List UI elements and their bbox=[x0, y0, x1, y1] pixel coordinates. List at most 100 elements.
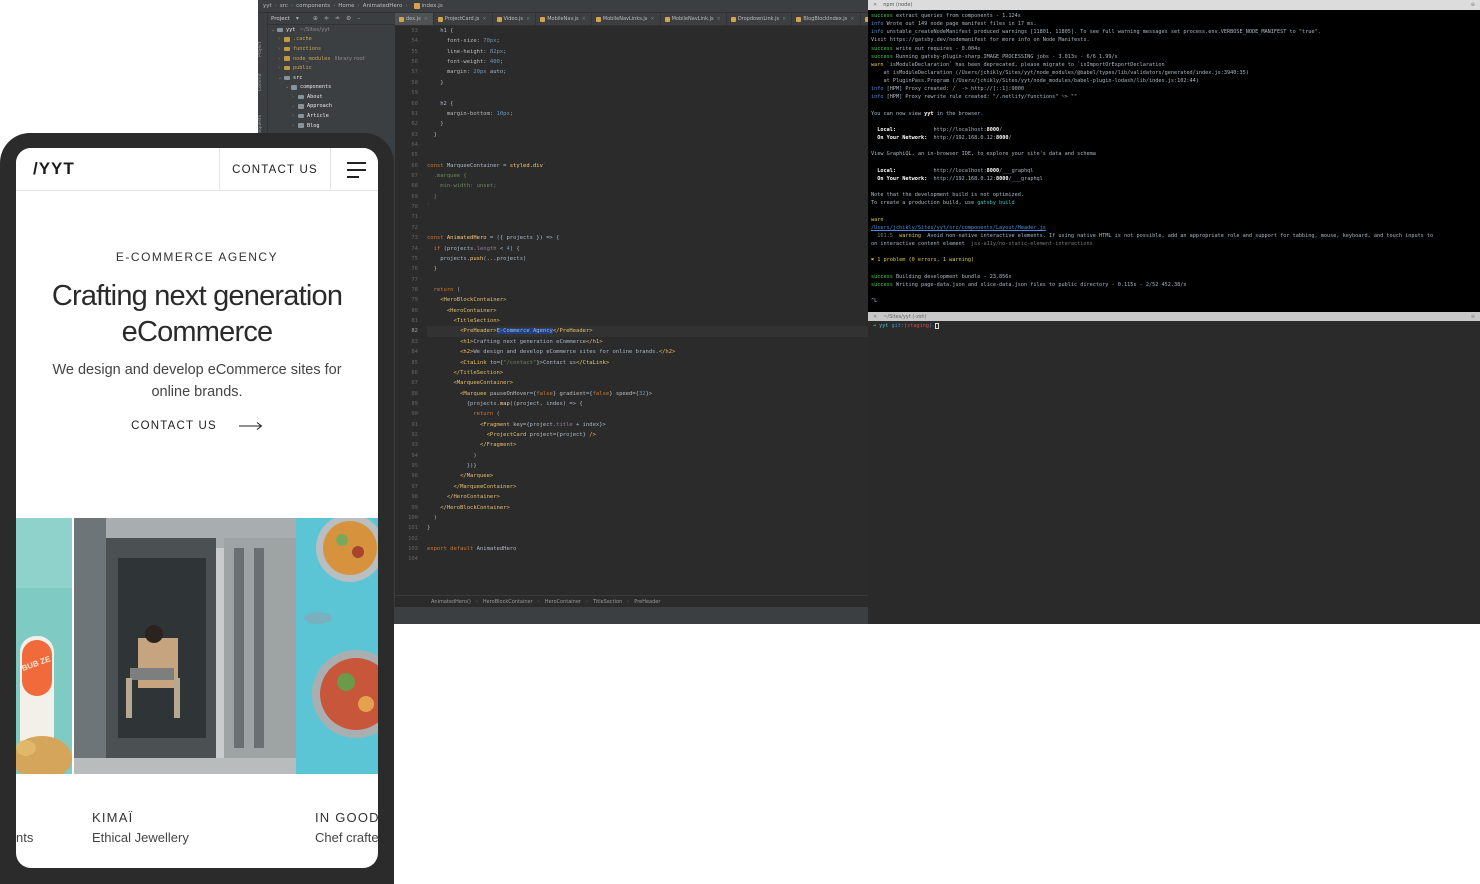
code-line[interactable]: <MarqueeContainer> bbox=[427, 378, 868, 388]
tree-item[interactable]: ⌄ src bbox=[268, 73, 395, 83]
code-line[interactable]: <h2>We design and develop eCommerce site… bbox=[427, 347, 868, 357]
breadcrumb-item[interactable]: src bbox=[280, 3, 288, 9]
code-line[interactable]: margin-bottom: 10px; bbox=[427, 109, 868, 119]
structure-crumb[interactable]: HeroBlockContainer bbox=[483, 599, 533, 605]
code-line[interactable]: } bbox=[427, 119, 868, 129]
gear-icon[interactable]: ⚙ bbox=[346, 15, 351, 22]
code-line[interactable]: font-weight: 400; bbox=[427, 57, 868, 67]
hamburger-menu-icon[interactable] bbox=[347, 161, 366, 178]
code-line[interactable]: } bbox=[427, 192, 868, 202]
code-line[interactable]: ) bbox=[427, 513, 868, 523]
breadcrumb-item[interactable]: Home bbox=[338, 3, 354, 9]
breadcrumb-item[interactable]: index.js bbox=[422, 3, 443, 9]
code-line[interactable]: <h1>Crafting next generation eCommerce</… bbox=[427, 337, 868, 347]
tree-item[interactable]: › functions bbox=[268, 44, 395, 54]
close-icon[interactable]: × bbox=[850, 16, 854, 22]
close-icon[interactable]: × bbox=[526, 16, 530, 22]
code-line[interactable]: } bbox=[427, 264, 868, 274]
hero-cta-link[interactable]: CONTACT US bbox=[16, 420, 378, 432]
expand-icon[interactable]: ≐ bbox=[335, 15, 340, 22]
code-line[interactable]: } bbox=[427, 130, 868, 140]
code-line[interactable] bbox=[427, 88, 868, 98]
code-line[interactable]: h1 { bbox=[427, 26, 868, 36]
terminal-output[interactable]: success extract queries from components … bbox=[868, 10, 1480, 312]
code-line[interactable]: if (projects.length < 4) { bbox=[427, 244, 868, 254]
editor-tab[interactable]: dex.js × bbox=[395, 13, 434, 25]
breadcrumb-item[interactable]: components bbox=[296, 3, 330, 9]
code-line[interactable]: projects.push(...projects) bbox=[427, 254, 868, 264]
code-line[interactable]: line-height: 82px; bbox=[427, 47, 868, 57]
code-line[interactable] bbox=[427, 212, 868, 222]
strip-project-tab[interactable]: Project bbox=[258, 17, 268, 57]
code-line[interactable] bbox=[427, 223, 868, 233]
code-line[interactable] bbox=[427, 140, 868, 150]
code-line[interactable]: <CtaLink to={"/contact"}>Contact us</Cta… bbox=[427, 358, 868, 368]
close-icon[interactable]: × bbox=[717, 16, 721, 22]
code-line[interactable]: ` bbox=[427, 202, 868, 212]
close-icon[interactable]: × bbox=[650, 16, 654, 22]
code-line[interactable]: </HeroBlockContainer> bbox=[427, 503, 868, 513]
code-line[interactable]: </Marquee> bbox=[427, 471, 868, 481]
code-line[interactable]: <TitleSection> bbox=[427, 316, 868, 326]
strip-commit-tab[interactable]: Commit bbox=[258, 61, 268, 91]
structure-crumb[interactable]: PreHeader bbox=[634, 599, 660, 605]
tree-item[interactable]: › Article bbox=[268, 111, 395, 121]
shell-prompt[interactable]: ➜ yyt git:(staging) bbox=[873, 323, 1475, 329]
close-icon[interactable]: × bbox=[482, 16, 486, 22]
header-contact-button[interactable]: CONTACT US bbox=[220, 148, 330, 191]
terminal-pane-2[interactable]: ➜ yyt git:(staging) bbox=[868, 321, 1480, 624]
code-line[interactable] bbox=[427, 275, 868, 285]
code-line[interactable]: <PreHeader>E-Commerce Agency</PreHeader> bbox=[427, 326, 868, 337]
close-icon[interactable]: ✕ bbox=[873, 314, 877, 320]
project-panel-title[interactable]: Project bbox=[271, 16, 290, 22]
code-line[interactable]: } bbox=[427, 523, 868, 533]
code-line[interactable] bbox=[427, 534, 868, 544]
structure-crumb[interactable]: AnimatedHero() bbox=[431, 599, 471, 605]
tree-item[interactable]: › Approach bbox=[268, 102, 395, 112]
project-marquee[interactable]: BUB ZE bbox=[16, 518, 378, 774]
code-line[interactable]: min-width: unset; bbox=[427, 181, 868, 191]
code-line[interactable]: </TitleSection> bbox=[427, 368, 868, 378]
code-line[interactable] bbox=[427, 150, 868, 160]
new-tab-icon[interactable]: ⊕ bbox=[1471, 314, 1475, 320]
chevron-down-icon[interactable]: ▾ bbox=[296, 15, 299, 22]
tree-item[interactable]: › public bbox=[268, 63, 395, 73]
new-tab-icon[interactable]: ⊕ bbox=[1471, 2, 1475, 8]
code-line[interactable]: {projects.map((project, index) => { bbox=[427, 399, 868, 409]
close-icon[interactable]: × bbox=[782, 16, 786, 22]
code-line[interactable]: } bbox=[427, 78, 868, 88]
tree-item[interactable]: › node_modules library root bbox=[268, 54, 395, 64]
editor-tab[interactable]: Ani× bbox=[861, 13, 868, 25]
project-image-in-good[interactable] bbox=[296, 518, 378, 774]
structure-crumb[interactable]: TitleSection bbox=[593, 599, 622, 605]
code-line[interactable]: return ( bbox=[427, 285, 868, 295]
code-line[interactable]: .marquee { bbox=[427, 171, 868, 181]
code-line[interactable]: <ProjectCard project={project} /> bbox=[427, 430, 868, 440]
editor-tab[interactable]: Video.js × bbox=[493, 13, 537, 25]
code-line[interactable]: margin: 20px auto; bbox=[427, 67, 868, 77]
editor-tab[interactable]: MobileNavLink.js × bbox=[661, 13, 727, 25]
code-line[interactable]: return ( bbox=[427, 409, 868, 419]
project-card-title[interactable]: IN GOOD bbox=[315, 810, 378, 825]
tree-item[interactable]: › About bbox=[268, 92, 395, 102]
minimize-icon[interactable]: – bbox=[357, 15, 360, 22]
code-line[interactable]: </MarqueeContainer> bbox=[427, 482, 868, 492]
project-image-bubble[interactable]: BUB ZE bbox=[16, 518, 72, 774]
site-logo[interactable]: /YYT bbox=[33, 159, 75, 179]
code-area[interactable]: h1 { font-size: 70px; line-height: 82px;… bbox=[427, 26, 868, 599]
tree-item[interactable]: › .cache bbox=[268, 35, 395, 45]
code-line[interactable]: </HeroContainer> bbox=[427, 492, 868, 502]
code-line[interactable]: <Marquee pauseOnHover={false} gradient={… bbox=[427, 389, 868, 399]
code-line[interactable]: <HeroContainer> bbox=[427, 306, 868, 316]
project-image-kimai[interactable] bbox=[74, 518, 296, 774]
code-line[interactable]: const MarqueeContainer = styled.div` bbox=[427, 161, 868, 171]
project-card-title[interactable]: KIMAÏ bbox=[92, 810, 133, 825]
breadcrumb-item[interactable]: yyt bbox=[263, 3, 272, 9]
code-line[interactable]: h2 { bbox=[427, 99, 868, 109]
locate-icon[interactable]: ⊕ bbox=[313, 15, 318, 22]
tree-item[interactable]: ⌄ components bbox=[268, 83, 395, 93]
breadcrumb-item[interactable]: AnimatedHero bbox=[363, 3, 403, 9]
code-line[interactable]: ) bbox=[427, 451, 868, 461]
editor-tab[interactable]: DropdownLink.js × bbox=[727, 13, 793, 25]
editor-tab[interactable]: MobileNav.js × bbox=[536, 13, 592, 25]
